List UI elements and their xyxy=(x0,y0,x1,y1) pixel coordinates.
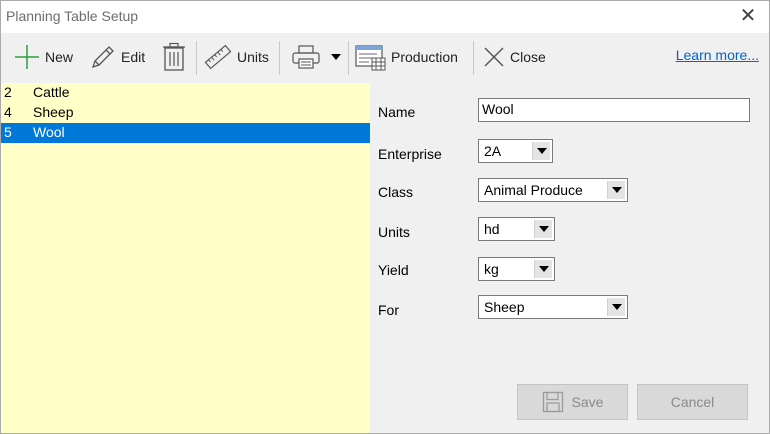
for-label: For xyxy=(378,302,399,318)
toolbar-separator xyxy=(196,41,197,75)
new-button-label: New xyxy=(45,49,74,65)
edit-button-label: Edit xyxy=(121,49,146,65)
list-item-label: Cattle xyxy=(33,84,70,100)
edit-button[interactable]: Edit xyxy=(89,41,145,73)
class-dropdown-button[interactable] xyxy=(607,181,625,199)
enterprise-dropdown-button[interactable] xyxy=(532,142,550,160)
chevron-down-icon xyxy=(611,304,622,310)
chevron-down-icon xyxy=(611,187,622,193)
for-select[interactable]: Sheep xyxy=(478,295,628,319)
units-select[interactable]: hd xyxy=(478,217,555,241)
title-bar: Planning Table Setup ✕ xyxy=(1,1,769,33)
window-close-icon[interactable]: ✕ xyxy=(737,5,759,27)
class-select[interactable]: Animal Produce xyxy=(478,178,628,202)
list-item-number: 5 xyxy=(4,124,12,140)
units-button[interactable]: Units xyxy=(203,41,269,73)
production-button-label: Production xyxy=(391,49,458,65)
item-list[interactable]: 2 Cattle 4 Sheep 5 Wool xyxy=(1,83,370,433)
trash-icon xyxy=(163,42,185,71)
new-button[interactable]: New xyxy=(13,41,73,73)
chevron-down-icon xyxy=(538,266,549,272)
name-label: Name xyxy=(378,104,416,120)
class-label: Class xyxy=(378,184,414,200)
list-item-label: Wool xyxy=(33,124,65,140)
list-item[interactable]: 4 Sheep xyxy=(1,103,370,123)
pencil-icon xyxy=(91,46,114,69)
toolbar: New Edit Units Production Close Learn mo… xyxy=(1,33,769,81)
list-item-number: 4 xyxy=(4,104,12,120)
close-icon xyxy=(484,47,504,67)
enterprise-select[interactable]: 2A xyxy=(478,139,553,163)
save-button[interactable]: Save xyxy=(517,384,628,420)
list-item-selected[interactable]: 5 Wool xyxy=(1,123,370,143)
print-button[interactable] xyxy=(291,41,321,73)
yield-dropdown-button[interactable] xyxy=(534,260,552,278)
toolbar-separator xyxy=(348,41,349,75)
enterprise-value: 2A xyxy=(484,143,502,159)
for-dropdown-button[interactable] xyxy=(607,298,625,316)
enterprise-label: Enterprise xyxy=(378,146,442,162)
yield-value: kg xyxy=(484,261,499,277)
table-icon xyxy=(355,45,386,71)
list-item-number: 2 xyxy=(4,84,12,100)
toolbar-separator xyxy=(473,41,474,75)
learn-more-link[interactable]: Learn more... xyxy=(676,47,759,63)
floppy-disk-icon xyxy=(542,391,563,413)
production-button[interactable]: Production xyxy=(355,41,458,73)
window-title: Planning Table Setup xyxy=(6,8,139,24)
delete-button[interactable] xyxy=(161,41,187,73)
list-item-label: Sheep xyxy=(33,104,74,120)
plus-icon xyxy=(15,45,39,69)
save-button-label: Save xyxy=(571,394,604,410)
ruler-icon xyxy=(204,44,232,70)
units-label: Units xyxy=(378,224,410,240)
chevron-down-icon xyxy=(536,148,547,154)
close-button[interactable]: Close xyxy=(482,41,546,73)
list-item[interactable]: 2 Cattle xyxy=(1,83,370,103)
cancel-button[interactable]: Cancel xyxy=(637,384,748,420)
close-button-label: Close xyxy=(510,49,546,65)
name-field[interactable]: Wool xyxy=(478,98,750,122)
planning-table-setup-window: Planning Table Setup ✕ New Edit Units Pr… xyxy=(0,0,770,434)
cancel-button-label: Cancel xyxy=(670,394,715,410)
chevron-down-icon xyxy=(538,226,549,232)
yield-label: Yield xyxy=(378,262,409,278)
printer-icon xyxy=(292,45,320,69)
toolbar-separator xyxy=(279,41,280,75)
chevron-down-icon xyxy=(331,54,341,60)
yield-select[interactable]: kg xyxy=(478,257,555,281)
print-dropdown-button[interactable] xyxy=(331,41,341,73)
units-button-label: Units xyxy=(237,49,269,65)
units-dropdown-button[interactable] xyxy=(534,220,552,238)
units-value: hd xyxy=(484,221,500,237)
for-value: Sheep xyxy=(484,299,525,315)
class-value: Animal Produce xyxy=(484,182,583,198)
